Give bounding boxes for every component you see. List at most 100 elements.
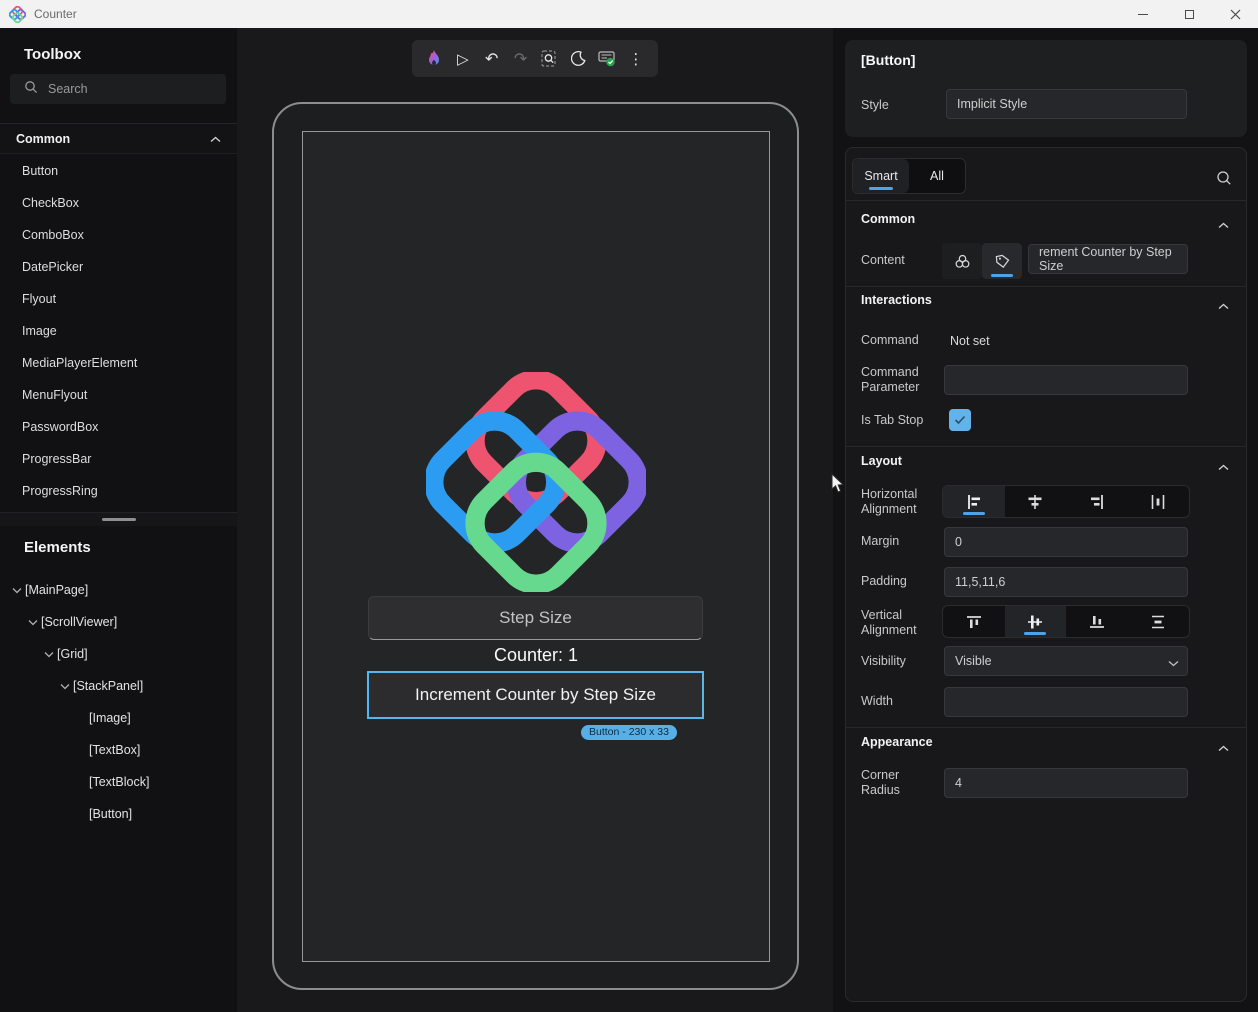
content-literal-toggle[interactable] xyxy=(982,243,1022,279)
chevron-down-icon[interactable] xyxy=(8,587,25,594)
command-parameter-input[interactable] xyxy=(944,365,1188,395)
tab-all[interactable]: All xyxy=(909,159,965,193)
toolbox-item-combobox[interactable]: ComboBox xyxy=(0,219,237,251)
minimize-icon xyxy=(1138,13,1148,15)
toolbox-item-progressbar[interactable]: ProgressBar xyxy=(0,443,237,475)
chevron-down-icon[interactable] xyxy=(56,683,73,690)
maximize-button[interactable] xyxy=(1166,0,1212,28)
section-common-header[interactable]: Common xyxy=(861,212,915,226)
horizontal-alignment-label: Horizontal Alignment xyxy=(861,487,918,516)
v-align-stretch-button[interactable] xyxy=(1128,606,1190,637)
tab-smart[interactable]: Smart xyxy=(853,159,909,193)
section-appearance-header[interactable]: Appearance xyxy=(861,735,933,749)
toolbox-item-progressring[interactable]: ProgressRing xyxy=(0,475,237,507)
app-logo-image[interactable] xyxy=(424,370,648,594)
counter-textblock[interactable]: Counter: 1 xyxy=(302,645,770,666)
increment-button-selected[interactable]: Increment Counter by Step Size xyxy=(367,671,704,719)
divider xyxy=(846,286,1246,287)
toolbox-panel: Toolbox Common Button CheckBox ComboBox … xyxy=(0,28,237,1012)
margin-input[interactable]: 0 xyxy=(944,527,1188,557)
chevron-up-icon[interactable] xyxy=(1218,297,1232,311)
tree-item-label: [StackPanel] xyxy=(73,679,144,693)
window-title: Counter xyxy=(34,7,77,21)
align-right-icon xyxy=(1090,494,1103,509)
status-button[interactable] xyxy=(595,46,619,72)
h-align-stretch-button[interactable] xyxy=(1128,486,1190,517)
command-parameter-label: Command Parameter xyxy=(861,365,920,394)
stretch-vertical-icon xyxy=(1152,615,1165,628)
toolbox-item-datepicker[interactable]: DatePicker xyxy=(0,251,237,283)
toolbox-item-passwordbox[interactable]: PasswordBox xyxy=(0,411,237,443)
tree-item-scrollviewer[interactable]: [ScrollViewer] xyxy=(0,606,237,638)
tree-item-grid[interactable]: [Grid] xyxy=(0,638,237,670)
tree-item-mainpage[interactable]: [MainPage] xyxy=(0,574,237,606)
section-label: Common xyxy=(16,131,71,146)
more-options-button[interactable]: ⋮ xyxy=(624,46,648,72)
padding-label: Padding xyxy=(861,574,907,588)
toolbox-item-button[interactable]: Button xyxy=(0,155,237,187)
toolbox-item-image[interactable]: Image xyxy=(0,315,237,347)
search-icon xyxy=(1217,171,1231,185)
h-align-left-button[interactable] xyxy=(943,486,1005,517)
section-layout-header[interactable]: Layout xyxy=(861,454,902,468)
hot-reload-flame-icon xyxy=(429,49,439,65)
h-align-right-button[interactable] xyxy=(1066,486,1128,517)
chevron-up-icon[interactable] xyxy=(1218,458,1232,472)
toolbox-search[interactable] xyxy=(10,74,226,104)
chevron-up-icon[interactable] xyxy=(1218,216,1232,230)
content-binding-toggle[interactable] xyxy=(942,243,982,279)
tree-item-label: [MainPage] xyxy=(25,583,89,597)
padding-input[interactable]: 11,5,11,6 xyxy=(944,567,1188,597)
corner-radius-input[interactable]: 4 xyxy=(944,768,1188,798)
command-value[interactable]: Not set xyxy=(950,334,990,348)
margin-label: Margin xyxy=(861,534,900,548)
corner-radius-label: Corner Radius xyxy=(861,768,900,797)
theme-toggle-button[interactable] xyxy=(566,46,590,72)
play-icon: ▷ xyxy=(457,49,469,68)
tree-item-label: [Button] xyxy=(89,807,133,821)
tree-item-button[interactable]: [Button] xyxy=(0,798,237,830)
zoom-selection-button[interactable] xyxy=(537,46,561,72)
hot-reload-button[interactable] xyxy=(422,46,446,72)
v-align-center-button[interactable] xyxy=(1004,606,1066,637)
minimize-button[interactable] xyxy=(1120,0,1166,28)
tree-item-textblock[interactable]: [TextBlock] xyxy=(0,766,237,798)
width-input[interactable] xyxy=(944,687,1188,717)
check-icon xyxy=(954,415,966,425)
tree-item-stackpanel[interactable]: [StackPanel] xyxy=(0,670,237,702)
search-input[interactable] xyxy=(48,82,208,96)
selected-element-name: [Button] xyxy=(861,52,916,68)
style-input[interactable]: Implicit Style xyxy=(946,89,1187,119)
properties-search-button[interactable] xyxy=(1212,166,1236,190)
panel-splitter[interactable] xyxy=(0,512,237,526)
v-align-bottom-button[interactable] xyxy=(1066,606,1128,637)
section-interactions-header[interactable]: Interactions xyxy=(861,293,932,307)
content-input[interactable]: rement Counter by Step Size xyxy=(1028,244,1188,274)
status-connected-icon xyxy=(598,51,615,67)
selection-size-badge: Button - 230 x 33 xyxy=(581,725,677,740)
toolbox-item-mediaplayerelement[interactable]: MediaPlayerElement xyxy=(0,347,237,379)
toolbox-item-menuflyout[interactable]: MenuFlyout xyxy=(0,379,237,411)
active-tab-indicator xyxy=(869,187,893,190)
elements-tree: [MainPage] [ScrollViewer] [Grid] [StackP… xyxy=(0,574,237,830)
tree-item-label: [Image] xyxy=(89,711,131,725)
chevron-up-icon[interactable] xyxy=(1218,739,1232,753)
close-button[interactable] xyxy=(1212,0,1258,28)
visibility-select[interactable]: Visible xyxy=(944,646,1188,676)
h-align-center-button[interactable] xyxy=(1005,486,1067,517)
tab-smart-label: Smart xyxy=(864,169,898,183)
step-size-textbox[interactable]: Step Size xyxy=(368,596,703,640)
toolbox-item-checkbox[interactable]: CheckBox xyxy=(0,187,237,219)
redo-button[interactable]: ↷ xyxy=(509,46,533,72)
toolbox-section-common[interactable]: Common xyxy=(0,123,237,154)
divider xyxy=(846,727,1246,728)
is-tab-stop-checkbox[interactable] xyxy=(949,409,971,431)
command-label: Command xyxy=(861,333,919,347)
v-align-top-button[interactable] xyxy=(943,606,1005,637)
undo-button[interactable]: ↶ xyxy=(480,46,504,72)
chevron-down-icon[interactable] xyxy=(24,619,41,626)
play-button[interactable]: ▷ xyxy=(451,46,475,72)
mouse-cursor xyxy=(831,473,845,493)
toolbox-item-flyout[interactable]: Flyout xyxy=(0,283,237,315)
chevron-down-icon[interactable] xyxy=(40,651,57,658)
